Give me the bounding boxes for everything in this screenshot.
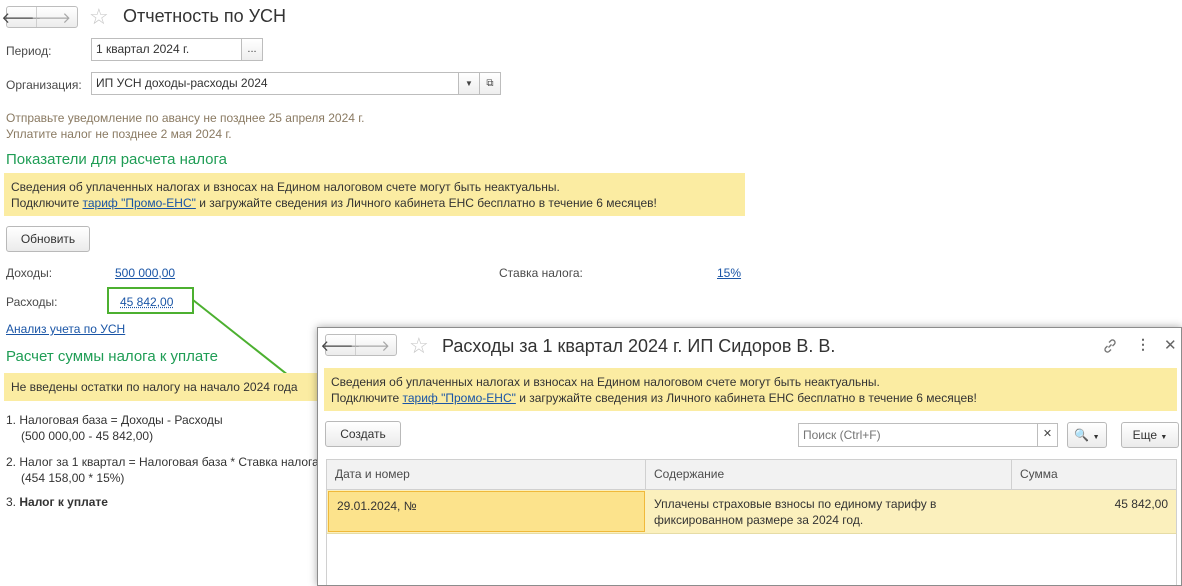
popup-promo-ens-tariff-link[interactable]: тариф "Промо-ЕНС" [403, 391, 516, 405]
cell-content[interactable]: Уплачены страховые взносы по единому тар… [646, 490, 1012, 534]
popup-ens-warning-prefix: Подключите [331, 391, 400, 405]
section-tax-calc-title: Расчет суммы налога к уплате [6, 348, 218, 365]
forward-icon[interactable]: 🡒 [350, 335, 390, 355]
search-input[interactable] [799, 424, 1009, 446]
column-header-content[interactable]: Содержание [646, 460, 1012, 489]
search-button[interactable]: 🔍 ▼ [1067, 422, 1107, 448]
balance-warning-banner: Не введены остатки по налогу на начало 2… [4, 373, 344, 401]
popup-ens-warning-suffix: и загружайте сведения из Личного кабинет… [519, 391, 977, 405]
popup-title: Расходы за 1 квартал 2024 г. ИП Сидоров … [442, 336, 836, 356]
more-vertical-icon[interactable]: ⋮ [1136, 336, 1150, 353]
close-icon[interactable]: ✕ [1164, 336, 1177, 354]
search-clear-button[interactable]: ✕ [1037, 423, 1058, 447]
cell-date[interactable]: 29.01.2024, № [328, 491, 645, 532]
expenses-popup-window: 🡐 🡒 ☆ Расходы за 1 квартал 2024 г. ИП Си… [317, 327, 1182, 586]
cell-content-line2: фиксированном размере за 2024 год. [654, 513, 864, 527]
chevron-down-icon: ▼ [1160, 434, 1168, 441]
more-button[interactable]: Еще ▼ [1121, 422, 1179, 448]
calc-item-3-text: Налог к уплате [19, 495, 108, 509]
search-icon: 🔍 [1074, 428, 1090, 442]
cell-sum[interactable]: 45 842,00 [1012, 490, 1176, 534]
calc-item-3: 3. Налог к уплате [6, 494, 108, 510]
popup-ens-warning-banner: Сведения об уплаченных налогах и взносах… [324, 368, 1177, 411]
popup-nav-buttons: 🡐 🡒 [320, 334, 397, 356]
calc-item-2: 2. Налог за 1 квартал = Налоговая база *… [6, 455, 319, 469]
usn-analysis-link[interactable]: Анализ учета по УСН [6, 322, 125, 336]
popup-favorite-star-icon[interactable]: ☆ [409, 335, 429, 357]
calc-item-3-number: 3. [6, 495, 17, 509]
popup-ens-warning-line2: Подключите тариф "Промо-ЕНС" и загружайт… [331, 390, 1177, 406]
table-row[interactable]: 29.01.2024, № Уплачены страховые взносы … [326, 490, 1177, 534]
calc-item-1-formula: (500 000,00 - 45 842,00) [21, 429, 154, 443]
create-button[interactable]: Создать [325, 421, 401, 447]
chevron-down-icon: ▼ [1092, 434, 1100, 441]
search-field[interactable] [798, 423, 1038, 447]
more-button-label: Еще [1132, 428, 1158, 442]
popup-ens-warning-line1: Сведения об уплаченных налогах и взносах… [331, 375, 880, 389]
calc-item-2-formula: (454 158,00 * 15%) [21, 471, 125, 485]
column-header-sum[interactable]: Сумма [1012, 460, 1176, 489]
column-header-date[interactable]: Дата и номер [327, 460, 646, 489]
cell-content-line1: Уплачены страховые взносы по единому тар… [654, 497, 937, 511]
link-icon[interactable] [1102, 338, 1118, 354]
clear-icon: ✕ [1042, 428, 1053, 440]
expenses-table-header: Дата и номер Содержание Сумма [326, 459, 1177, 490]
calc-item-1: 1. Налоговая база = Доходы - Расходы [6, 413, 223, 427]
